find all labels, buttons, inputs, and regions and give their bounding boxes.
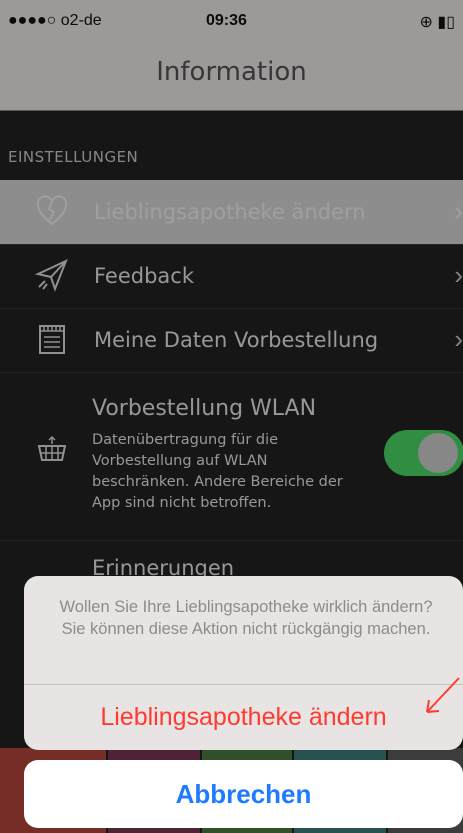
action-sheet: Wollen Sie Ihre Lieblingsapotheke wirkli… bbox=[24, 576, 463, 750]
cancel-button[interactable]: Abbrechen bbox=[24, 760, 463, 828]
action-sheet-message: Wollen Sie Ihre Lieblingsapotheke wirkli… bbox=[59, 598, 433, 638]
annotation-arrow-icon bbox=[426, 677, 460, 713]
change-pharmacy-button[interactable]: Lieblingsapotheke ändern bbox=[24, 686, 463, 748]
divider bbox=[24, 684, 463, 685]
